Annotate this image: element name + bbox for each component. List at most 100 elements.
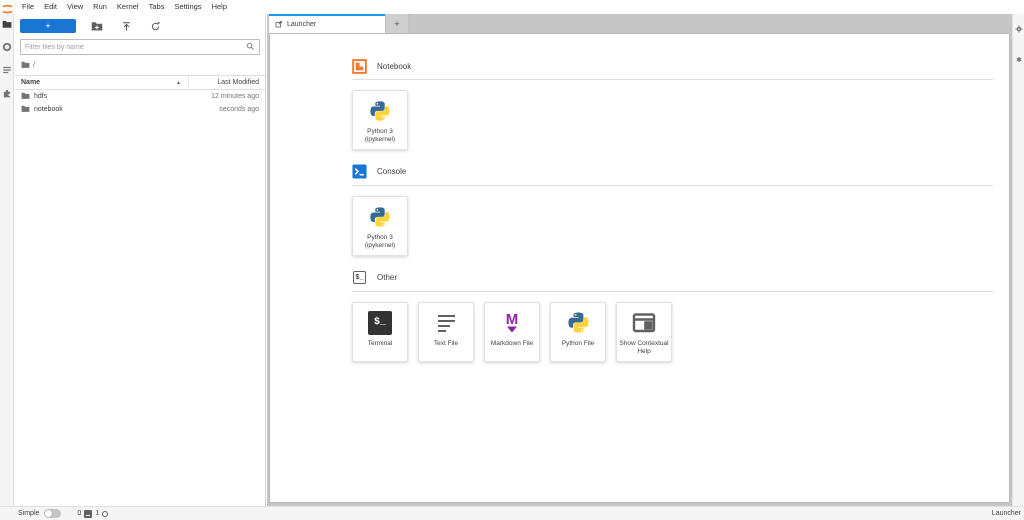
simple-mode-toggle[interactable] bbox=[44, 509, 61, 518]
section-other: $_ Other $_ Terminal bbox=[352, 270, 993, 362]
file-row-notebook[interactable]: notebook seconds ago bbox=[15, 103, 265, 116]
column-name[interactable]: Name ▲ bbox=[15, 76, 188, 89]
debugger-bug-icon[interactable] bbox=[1015, 50, 1023, 68]
tab-launcher[interactable]: Launcher bbox=[269, 14, 385, 33]
terminal-status-icon bbox=[84, 510, 92, 518]
menu-edit[interactable]: Edit bbox=[39, 0, 62, 14]
breadcrumb: / bbox=[15, 55, 265, 75]
folder-icon bbox=[21, 91, 30, 102]
card-label: Python 3 (ipykernel) bbox=[365, 128, 395, 145]
card-label: Text File bbox=[434, 340, 458, 348]
console-cards: Python 3 (ipykernel) bbox=[352, 196, 993, 256]
launcher-panel: Notebook Python 3 bbox=[269, 33, 1010, 503]
python-icon bbox=[567, 310, 590, 336]
column-last-modified[interactable]: Last Modified bbox=[188, 76, 265, 89]
card-text-file[interactable]: Text File bbox=[418, 302, 474, 362]
property-inspector-icon[interactable] bbox=[1015, 20, 1023, 38]
terminal-glyph: $_ bbox=[353, 271, 366, 284]
new-tab-button[interactable]: + bbox=[385, 14, 409, 33]
right-sidebar bbox=[1012, 14, 1024, 506]
menu-tabs[interactable]: Tabs bbox=[144, 0, 170, 14]
jupyter-logo-icon bbox=[1, 2, 14, 14]
notebook-cards: Python 3 (ipykernel) bbox=[352, 90, 993, 150]
svg-text:M: M bbox=[506, 311, 519, 328]
current-activity-label: Launcher bbox=[992, 510, 1021, 517]
file-list-header: Name ▲ Last Modified bbox=[15, 75, 265, 90]
file-browser-panel: + / Name ▲ bbox=[15, 14, 266, 506]
kernel-subname: (ipykernel) bbox=[365, 136, 395, 143]
menu-view[interactable]: View bbox=[62, 0, 88, 14]
notebook-icon bbox=[352, 59, 367, 74]
refresh-icon[interactable] bbox=[147, 19, 163, 33]
main-dock: Launcher + Notebook bbox=[267, 14, 1012, 506]
sort-arrow-icon[interactable]: ▲ bbox=[176, 80, 181, 86]
section-console: Console Python 3 bbox=[352, 164, 993, 256]
kernels-count: 1 bbox=[95, 510, 99, 517]
card-console-python3[interactable]: Python 3 (ipykernel) bbox=[352, 196, 408, 256]
jupyterlab-app: File Edit View Run Kernel Tabs Settings … bbox=[0, 0, 1024, 520]
file-browser-toolbar: + bbox=[15, 14, 265, 36]
status-bar: Simple 0 1 Launcher bbox=[0, 506, 1024, 520]
card-label: Show Contextual Help bbox=[619, 340, 669, 357]
toggle-knob bbox=[45, 510, 52, 517]
search-icon bbox=[246, 38, 255, 56]
kernel-status-icon bbox=[102, 511, 108, 517]
section-title: Other bbox=[377, 273, 397, 282]
card-label: Python File bbox=[562, 340, 595, 348]
row-name: notebook bbox=[15, 104, 219, 115]
section-console-header: Console bbox=[352, 164, 993, 180]
python-icon bbox=[369, 204, 391, 230]
new-folder-icon[interactable] bbox=[89, 19, 105, 33]
menu-help[interactable]: Help bbox=[207, 0, 232, 14]
menu-settings[interactable]: Settings bbox=[169, 0, 206, 14]
file-modified: seconds ago bbox=[219, 106, 265, 113]
console-icon bbox=[352, 164, 367, 179]
card-python-file[interactable]: Python File bbox=[550, 302, 606, 362]
card-notebook-python3[interactable]: Python 3 (ipykernel) bbox=[352, 90, 408, 150]
tab-launcher-label: Launcher bbox=[287, 21, 316, 28]
column-name-label: Name bbox=[21, 79, 40, 86]
card-show-contextual-help[interactable]: Show Contextual Help bbox=[616, 302, 672, 362]
new-launcher-button[interactable]: + bbox=[20, 19, 76, 33]
section-divider bbox=[352, 291, 993, 292]
menu-bar: File Edit View Run Kernel Tabs Settings … bbox=[0, 0, 1024, 14]
launcher-body: Notebook Python 3 bbox=[270, 34, 1009, 362]
kernel-name: Python 3 bbox=[367, 128, 393, 135]
section-other-header: $_ Other bbox=[352, 270, 993, 286]
terminal-icon: $_ bbox=[352, 270, 367, 285]
menu-run[interactable]: Run bbox=[88, 0, 112, 14]
tab-bar: Launcher + bbox=[267, 14, 1012, 33]
launcher-tab-icon bbox=[275, 20, 283, 30]
upload-icon[interactable] bbox=[118, 19, 134, 33]
file-browser-icon[interactable] bbox=[2, 19, 12, 29]
running-sessions-status[interactable]: 0 1 bbox=[77, 510, 108, 518]
home-folder-icon[interactable] bbox=[21, 60, 30, 71]
markdown-icon: M bbox=[500, 310, 524, 336]
text-file-icon bbox=[434, 310, 458, 336]
running-sessions-icon[interactable] bbox=[2, 42, 12, 52]
other-cards: $_ Terminal bbox=[352, 302, 993, 362]
section-notebook-header: Notebook bbox=[352, 58, 993, 74]
contextual-help-icon bbox=[632, 310, 656, 336]
kernel-name: Python 3 bbox=[367, 234, 393, 241]
menu-kernel[interactable]: Kernel bbox=[112, 0, 144, 14]
table-of-contents-icon[interactable] bbox=[2, 65, 12, 75]
python-icon bbox=[369, 98, 391, 124]
extension-manager-icon[interactable] bbox=[2, 88, 12, 98]
terminal-glyph: $_ bbox=[368, 311, 392, 335]
terminal-icon: $_ bbox=[368, 310, 392, 336]
simple-mode-label: Simple bbox=[18, 510, 39, 517]
file-row-hdfs[interactable]: hdfs 12 minutes ago bbox=[15, 90, 265, 103]
card-terminal[interactable]: $_ Terminal bbox=[352, 302, 408, 362]
card-markdown-file[interactable]: M Markdown File bbox=[484, 302, 540, 362]
card-label: Terminal bbox=[368, 340, 393, 348]
card-label: Markdown File bbox=[491, 340, 533, 348]
file-name: notebook bbox=[34, 106, 63, 113]
breadcrumb-root[interactable]: / bbox=[33, 62, 35, 69]
file-name: hdfs bbox=[34, 93, 47, 100]
filter-files-input[interactable] bbox=[25, 44, 246, 51]
row-name: hdfs bbox=[15, 91, 211, 102]
menu-file[interactable]: File bbox=[17, 0, 39, 14]
section-divider bbox=[352, 185, 993, 186]
section-notebook: Notebook Python 3 bbox=[352, 58, 993, 150]
